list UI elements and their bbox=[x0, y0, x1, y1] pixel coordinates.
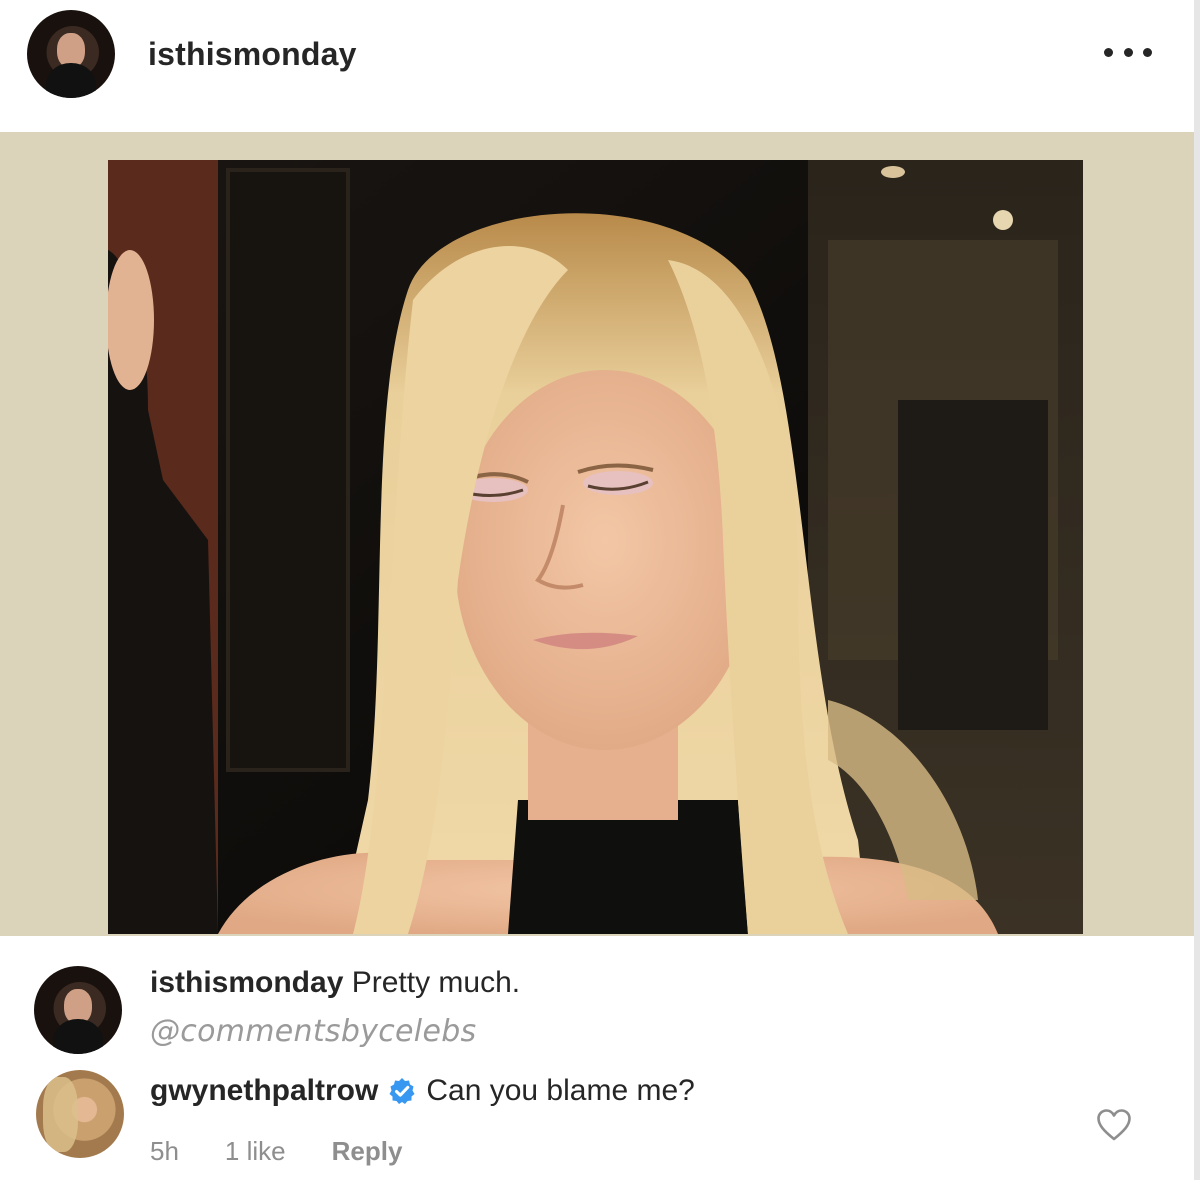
post-author-username[interactable]: isthismonday bbox=[148, 36, 357, 73]
caption-text: Pretty much. bbox=[351, 966, 521, 999]
instagram-post: isthismonday isthismonday Pretty much. @… bbox=[0, 0, 1200, 1180]
watermark-text: @commentsbycelebs bbox=[150, 1014, 477, 1049]
post-header: isthismonday bbox=[0, 0, 1194, 132]
comment-timestamp: 5h bbox=[150, 1136, 179, 1166]
reply-comment: gwynethpaltrow Can you blame me? 5h 1 li… bbox=[0, 1064, 1194, 1180]
post-photo[interactable] bbox=[108, 160, 1083, 934]
post-media bbox=[0, 132, 1194, 936]
caption-comment: isthismonday Pretty much. @commentsbycel… bbox=[0, 958, 1194, 1058]
caption-line: isthismonday Pretty much. bbox=[150, 966, 520, 1000]
caption-author-avatar[interactable] bbox=[34, 966, 122, 1054]
comment-meta: 5h 1 like Reply bbox=[150, 1136, 448, 1167]
comment-line: gwynethpaltrow Can you blame me? bbox=[150, 1074, 695, 1108]
heart-outline-icon[interactable] bbox=[1096, 1108, 1132, 1142]
comment-text: Can you blame me? bbox=[426, 1074, 695, 1107]
commenter-username[interactable]: gwynethpaltrow bbox=[150, 1074, 378, 1108]
reply-button[interactable]: Reply bbox=[332, 1136, 403, 1167]
commenter-avatar[interactable] bbox=[36, 1070, 124, 1158]
post-author-avatar[interactable] bbox=[27, 10, 115, 98]
verified-badge-icon bbox=[388, 1077, 416, 1105]
more-options-icon[interactable] bbox=[1104, 45, 1152, 59]
comment-like-count[interactable]: 1 like bbox=[225, 1136, 286, 1167]
caption-username[interactable]: isthismonday bbox=[150, 966, 343, 999]
